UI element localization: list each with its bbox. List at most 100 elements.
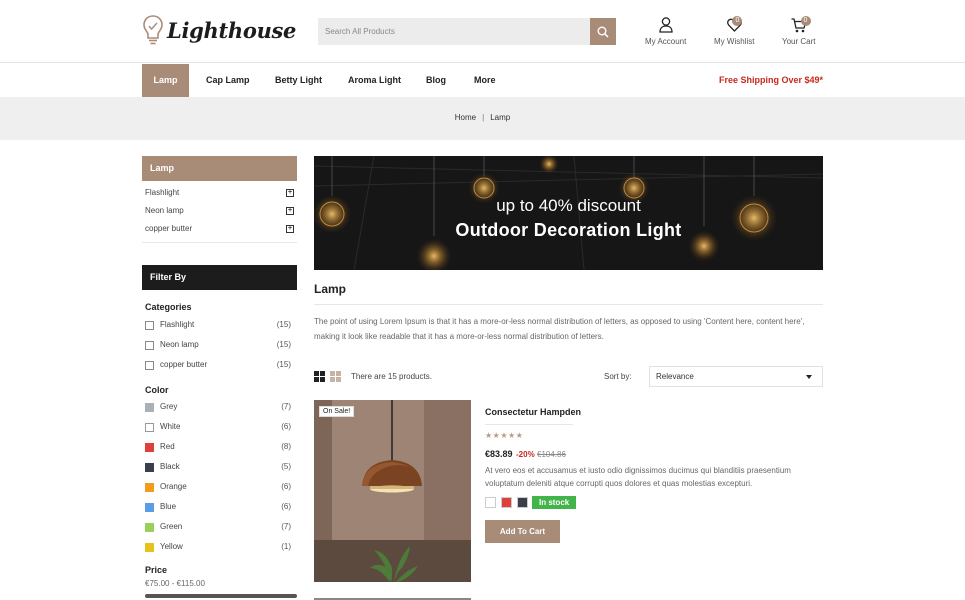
product-price: €83.89 — [485, 449, 513, 459]
main-nav: Lamp Cap Lamp Betty Light Aroma Light Bl… — [0, 64, 965, 97]
discount-badge: -20% — [516, 450, 535, 459]
sidebar-category-label: copper butter — [145, 224, 193, 233]
filter-color-option[interactable]: Red (8) — [145, 437, 297, 457]
filter-color-option[interactable]: Black (5) — [145, 457, 297, 477]
divider — [485, 424, 573, 425]
filter-option-label: Yellow — [160, 542, 183, 551]
filter-option-count: (15) — [276, 360, 291, 369]
add-to-cart-button[interactable]: Add To Cart — [485, 520, 560, 543]
checkbox[interactable] — [145, 321, 154, 330]
rating-stars-icon: ★★★★★ — [485, 431, 524, 440]
my-account-link[interactable]: My Account — [645, 16, 686, 46]
breadcrumb-home[interactable]: Home — [455, 113, 476, 122]
filter-price-title: Price — [145, 565, 168, 575]
color-swatch[interactable] — [145, 483, 154, 492]
logo-text: Lighthouse — [167, 17, 297, 43]
banner-subtitle: up to 40% discount — [496, 196, 641, 215]
product-name[interactable]: Consectetur Hampden — [485, 407, 581, 417]
sidebar: Lamp Flashlight + Neon lamp + copper but… — [142, 156, 297, 598]
filter-option-count: (15) — [276, 320, 291, 329]
color-swatch[interactable] — [145, 443, 154, 452]
filter-option-count: (7) — [281, 522, 291, 531]
list-view-icon[interactable] — [330, 371, 341, 382]
color-swatch-red[interactable] — [501, 497, 512, 508]
filter-option-count: (6) — [281, 482, 291, 491]
expand-plus-icon[interactable]: + — [286, 207, 294, 215]
nav-item-aroma-light[interactable]: Aroma Light — [348, 64, 401, 97]
my-wishlist-link[interactable]: 0 My Wishlist — [714, 16, 754, 46]
filter-option-count: (8) — [281, 442, 291, 451]
checkbox[interactable] — [145, 361, 154, 370]
expand-plus-icon[interactable]: + — [286, 225, 294, 233]
nav-item-more[interactable]: More — [474, 64, 496, 97]
sidebar-category-label: Flashlight — [145, 188, 180, 197]
category-description: The point of using Lorem Ipsum is that i… — [314, 317, 805, 341]
color-swatch[interactable] — [145, 503, 154, 512]
color-swatch-black[interactable] — [517, 497, 528, 508]
filter-option-label: copper butter — [160, 360, 208, 369]
grid-view-icon[interactable] — [314, 371, 325, 382]
product-image[interactable] — [314, 400, 471, 582]
filter-category-option[interactable]: copper butter (15) — [145, 355, 297, 375]
filter-option-label: Blue — [160, 502, 177, 511]
old-price: €104.86 — [537, 450, 566, 459]
filter-option-count: (6) — [281, 502, 291, 511]
expand-plus-icon[interactable]: + — [286, 189, 294, 197]
filter-option-label: Green — [160, 522, 183, 531]
filter-color-title: Color — [145, 385, 169, 395]
sidebar-category-title[interactable]: Lamp — [142, 156, 297, 181]
my-account-label: My Account — [645, 37, 687, 46]
color-swatch[interactable] — [145, 523, 154, 532]
search-button[interactable] — [590, 18, 616, 45]
nav-item-cap-lamp[interactable]: Cap Lamp — [206, 64, 250, 97]
promo-banner[interactable]: up to 40% discount Outdoor Decoration Li… — [314, 156, 823, 270]
filter-by-title: Filter By — [142, 265, 297, 290]
filter-color-option[interactable]: Green (7) — [145, 517, 297, 537]
breadcrumb-separator: | — [482, 113, 485, 122]
color-swatch[interactable] — [145, 543, 154, 552]
sort-select[interactable]: Relevance — [649, 366, 823, 387]
nav-item-lamp[interactable]: Lamp — [142, 64, 189, 97]
sidebar-category-item[interactable]: copper butter + — [142, 220, 297, 238]
my-wishlist-label: My Wishlist — [714, 37, 755, 46]
search-input[interactable] — [318, 18, 590, 45]
filter-color-option[interactable]: Yellow (1) — [145, 537, 297, 557]
pendant-lamp-image — [314, 400, 471, 582]
breadcrumb: Home | Lamp — [0, 97, 965, 140]
filter-option-label: White — [160, 422, 181, 431]
sort-selected-value: Relevance — [656, 372, 694, 381]
product-color-swatches — [485, 497, 528, 508]
filter-color-option[interactable]: Grey (7) — [145, 397, 297, 417]
color-swatch-white[interactable] — [485, 497, 496, 508]
filter-option-label: Grey — [160, 402, 178, 411]
filter-option-label: Red — [160, 442, 175, 451]
color-swatch[interactable] — [145, 423, 154, 432]
sidebar-category-label: Neon lamp — [145, 206, 184, 215]
checkbox[interactable] — [145, 341, 154, 350]
price-range-text: €75.00 - €115.00 — [145, 579, 205, 588]
nav-item-betty-light[interactable]: Betty Light — [275, 64, 322, 97]
filter-color-option[interactable]: Orange (6) — [145, 477, 297, 497]
logo[interactable]: Lighthouse — [142, 14, 296, 46]
price-range-slider[interactable] — [145, 594, 297, 598]
filter-option-count: (15) — [276, 340, 291, 349]
color-swatch[interactable] — [145, 403, 154, 412]
on-sale-badge: On Sale! — [319, 406, 355, 417]
filter-color-option[interactable]: Blue (6) — [145, 497, 297, 517]
filter-option-count: (7) — [281, 402, 291, 411]
your-cart-link[interactable]: 0 Your Cart — [782, 16, 816, 46]
sidebar-category-item[interactable]: Neon lamp + — [142, 202, 297, 220]
filter-category-option[interactable]: Neon lamp (15) — [145, 335, 297, 355]
color-swatch[interactable] — [145, 463, 154, 472]
nav-item-blog[interactable]: Blog — [426, 64, 446, 97]
filter-color-option[interactable]: White (6) — [145, 417, 297, 437]
sidebar-category-list: Flashlight + Neon lamp + copper butter + — [142, 181, 297, 243]
search-bar — [318, 18, 616, 45]
filter-option-label: Orange — [160, 482, 187, 491]
product-description: At vero eos et accusamus et iusto odio d… — [485, 466, 791, 488]
sidebar-category-item[interactable]: Flashlight + — [142, 184, 297, 202]
page-title: Lamp — [314, 282, 347, 296]
chevron-down-icon — [806, 375, 812, 379]
filter-category-option[interactable]: Flashlight (15) — [145, 315, 297, 335]
search-icon — [597, 26, 609, 38]
